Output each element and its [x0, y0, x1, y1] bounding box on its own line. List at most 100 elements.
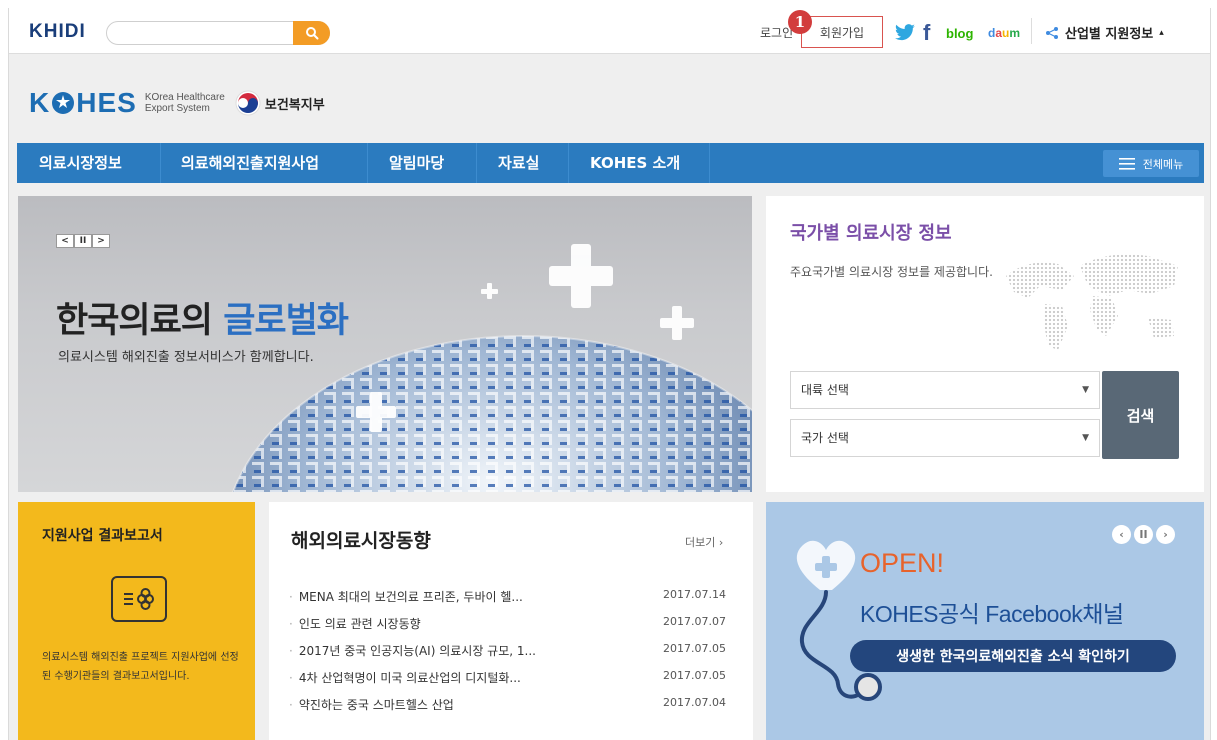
join-link[interactable]: 회원가입: [801, 16, 883, 48]
news-item-title: 약진하는 중국 스마트헬스 산업: [298, 698, 454, 712]
country-panel-description: 주요국가별 의료시장 정보를 제공합니다.: [790, 265, 993, 279]
nav-item-market-info[interactable]: 의료시장정보: [39, 143, 122, 183]
bullet-icon: ·: [289, 644, 293, 658]
nav-separator: [476, 143, 477, 183]
nav-item-resources[interactable]: 자료실: [498, 143, 539, 183]
globe-icon: [52, 92, 75, 114]
news-item-date: 2017.07.07: [663, 615, 726, 628]
promo-pause-button[interactable]: II: [1134, 525, 1153, 544]
country-select-value: 국가 선택: [801, 431, 849, 445]
news-list-item[interactable]: · 인도 의료 관련 시장동향 2017.07.07: [289, 615, 741, 635]
news-list-item[interactable]: · 약진하는 중국 스마트헬스 산업 2017.07.04: [289, 696, 741, 716]
nav-separator: [160, 143, 161, 183]
facebook-icon[interactable]: f: [923, 20, 930, 45]
news-item-title: 4차 산업혁명이 미국 의료산업의 디지털화...: [298, 671, 521, 685]
news-panel-title: 해외의료시장동향: [291, 530, 431, 552]
nav-item-support-program[interactable]: 의료해외진출지원사업: [181, 143, 319, 183]
news-list-item[interactable]: · 2017년 중국 인공지능(AI) 의료시장 규모, 1... 2017.07…: [289, 642, 741, 662]
nav-item-about[interactable]: KOHES 소개: [590, 143, 680, 183]
kohes-subtitle-line2: Export System: [144, 103, 210, 114]
share-icon: [1046, 26, 1058, 39]
hero-title-main: 한국의료의: [56, 301, 224, 341]
caret-up-icon: ▴: [1159, 27, 1164, 38]
country-select[interactable]: 국가 선택 ▼: [790, 419, 1100, 457]
nav-item-notice[interactable]: 알림마당: [389, 143, 444, 183]
blog-icon[interactable]: blog: [946, 22, 973, 44]
dropdown-arrow-icon: ▼: [1082, 433, 1089, 443]
news-item-title: 인도 의료 관련 시장동향: [298, 617, 421, 631]
bullet-icon: ·: [289, 617, 293, 631]
divider: [1031, 18, 1032, 44]
industry-info-toggle[interactable]: 산업별 지원정보 ▴: [1045, 23, 1164, 42]
hero-banner[interactable]: < II > 한국의료의 글로벌화 의료시스템 해외진출 정보서비스가 함께합니…: [18, 196, 752, 492]
kohes-wordmark: K HES: [29, 87, 137, 119]
promo-next-button[interactable]: ›: [1156, 525, 1175, 544]
kohes-subtitle: KOrea Healthcare Export System: [145, 92, 225, 114]
promo-open-label: OPEN!: [860, 548, 945, 578]
news-item-date: 2017.07.14: [663, 588, 726, 601]
main-nav: 의료시장정보 의료해외진출지원사업 알림마당 자료실 KOHES 소개 전체메뉴: [17, 143, 1204, 183]
report-panel[interactable]: 지원사업 결과보고서 의료시스템 해외진출 프로젝트 지원사업에 선정된 수행기…: [18, 502, 255, 740]
country-market-panel: 국가별 의료시장 정보 주요국가별 의료시장 정보를 제공합니다. 대륙 선택 …: [766, 196, 1204, 492]
kohes-letter-k: K: [29, 87, 51, 118]
world-map-icon: [1006, 254, 1178, 350]
hero-title: 한국의료의 글로벌화: [56, 292, 349, 343]
ministry-logo: 보건복지부: [235, 90, 325, 116]
twitter-icon[interactable]: [894, 22, 916, 44]
kohes-letters-hes: HES: [76, 87, 137, 118]
report-panel-description: 의료시스템 해외진출 프로젝트 지원사업에 선정된 수행기관들의 결과보고서입니…: [42, 652, 239, 682]
report-icon[interactable]: [111, 576, 167, 622]
nav-separator: [367, 143, 368, 183]
bullet-icon: ·: [289, 590, 293, 604]
news-item-date: 2017.07.05: [663, 669, 726, 682]
news-item-date: 2017.07.04: [663, 696, 726, 709]
site-search: [106, 21, 330, 45]
report-panel-title: 지원사업 결과보고서: [42, 528, 163, 544]
browser-page: KHIDI 로그인 회원가입 1 f blog daum 산업별 지원정보 ▴ …: [8, 8, 1211, 740]
ministry-name: 보건복지부: [264, 97, 325, 113]
promo-prev-button[interactable]: ‹: [1112, 525, 1131, 544]
taegeuk-icon: [235, 90, 261, 116]
news-item-date: 2017.07.05: [663, 642, 726, 655]
chevron-right-icon: ›: [718, 536, 724, 549]
news-item-title: 2017년 중국 인공지능(AI) 의료시장 규모, 1...: [298, 644, 536, 658]
news-list-item[interactable]: · 4차 산업혁명이 미국 의료산업의 디지털화... 2017.07.05: [289, 669, 741, 689]
news-list-item[interactable]: · MENA 최대의 보건의료 프리존, 두바이 헬... 2017.07.14: [289, 588, 741, 608]
dropdown-arrow-icon: ▼: [1082, 385, 1089, 395]
promo-headline: KOHES공식 Facebook채널: [860, 601, 1124, 627]
search-button[interactable]: [293, 21, 330, 45]
all-menu-label: 전체메뉴: [1142, 157, 1184, 171]
news-more-link[interactable]: 더보기 ›: [685, 534, 723, 550]
hero-subtitle: 의료시스템 해외진출 정보서비스가 함께합니다.: [58, 350, 314, 365]
hero-next-button[interactable]: >: [92, 234, 110, 248]
kohes-logo[interactable]: K HES KOrea Healthcare Export System 보건복…: [29, 87, 325, 119]
facebook-promo-banner[interactable]: ‹ II › OPEN! KOHES공식 Facebook채널 생생한 한국의료…: [766, 502, 1204, 740]
country-search-button[interactable]: 검색: [1102, 371, 1179, 459]
country-panel-title: 국가별 의료시장 정보: [790, 223, 952, 244]
continent-select-value: 대륙 선택: [801, 383, 849, 397]
news-more-label: 더보기: [685, 536, 716, 549]
daum-icon[interactable]: daum: [988, 22, 1020, 44]
hero-title-accent: 글로벌화: [223, 301, 349, 341]
kohes-subtitle-line1: KOrea Healthcare: [144, 92, 225, 103]
hero-slider-controls: < II >: [56, 234, 110, 248]
all-menu-button[interactable]: 전체메뉴: [1103, 150, 1199, 177]
brand-row: K HES KOrea Healthcare Export System 보건복…: [9, 55, 1210, 143]
step-number-badge: 1: [788, 10, 812, 34]
bullet-icon: ·: [289, 698, 293, 712]
industry-info-label: 산업별 지원정보: [1065, 27, 1154, 42]
continent-select[interactable]: 대륙 선택 ▼: [790, 371, 1100, 409]
market-news-panel: 해외의료시장동향 더보기 › · MENA 최대의 보건의료 프리존, 두바이 헬…: [269, 502, 753, 740]
hero-pause-button[interactable]: II: [74, 234, 92, 248]
promo-slider-controls: ‹ II ›: [1112, 525, 1175, 544]
hero-prev-button[interactable]: <: [56, 234, 74, 248]
globe-illustration: [232, 244, 752, 492]
hamburger-icon: [1118, 157, 1135, 170]
bullet-icon: ·: [289, 671, 293, 685]
promo-cta-button[interactable]: 생생한 한국의료해외진출 소식 확인하기: [850, 640, 1176, 672]
news-item-title: MENA 최대의 보건의료 프리존, 두바이 헬...: [298, 590, 523, 604]
utility-bar: KHIDI 로그인 회원가입 1 f blog daum 산업별 지원정보 ▴: [9, 8, 1210, 54]
search-input[interactable]: [117, 24, 287, 42]
search-icon: [305, 27, 318, 40]
khidi-logo[interactable]: KHIDI: [29, 21, 86, 43]
